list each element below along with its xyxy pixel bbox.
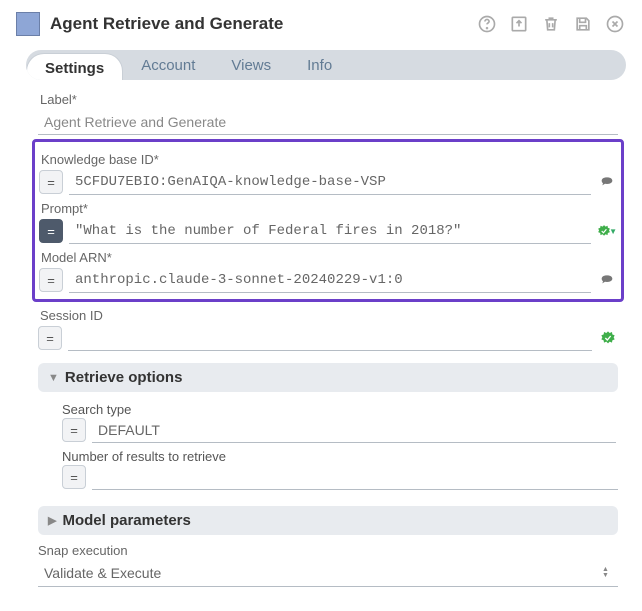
form-area: Label* Knowledge base ID* = Prompt* = ▼ … [8, 92, 634, 587]
header-title: Agent Retrieve and Generate [50, 14, 466, 34]
num-results-input[interactable] [92, 464, 618, 490]
highlighted-fields: Knowledge base ID* = Prompt* = ▼ Model A… [32, 139, 624, 302]
prompt-valid-icon[interactable]: ▼ [597, 223, 617, 239]
arn-label: Model ARN* [39, 250, 617, 265]
session-input[interactable] [68, 325, 592, 351]
search-type-expr-button[interactable]: = [62, 418, 86, 442]
retrieve-options-title: Retrieve options [65, 369, 183, 386]
arn-suggest-icon[interactable] [597, 272, 617, 288]
session-valid-icon[interactable] [598, 330, 618, 346]
model-params-header[interactable]: ▶ Model parameters [38, 506, 618, 535]
num-results-expr-button[interactable]: = [62, 465, 86, 489]
arn-input[interactable] [69, 267, 591, 293]
tab-settings[interactable]: Settings [26, 53, 123, 80]
kb-expr-button[interactable]: = [39, 170, 63, 194]
tabs: Settings Account Views Info [26, 50, 626, 80]
delete-icon[interactable] [540, 13, 562, 35]
chevron-down-icon: ▼ [48, 372, 59, 384]
help-icon[interactable] [476, 13, 498, 35]
arn-expr-button[interactable]: = [39, 268, 63, 292]
save-icon[interactable] [572, 13, 594, 35]
retrieve-options-body: Search type = ▲▼ Number of results to re… [38, 392, 618, 494]
export-icon[interactable] [508, 13, 530, 35]
header-actions [476, 13, 626, 35]
prompt-input[interactable] [69, 218, 591, 244]
snap-execution-select[interactable] [38, 560, 602, 586]
chevron-right-icon: ▶ [48, 514, 56, 527]
prompt-expr-button[interactable]: = [39, 219, 63, 243]
close-icon[interactable] [604, 13, 626, 35]
agent-icon [16, 12, 40, 36]
num-results-label: Number of results to retrieve [62, 449, 618, 464]
kb-input[interactable] [69, 169, 591, 195]
header: Agent Retrieve and Generate [8, 8, 634, 40]
search-type-select[interactable] [92, 417, 616, 443]
session-label: Session ID [38, 308, 618, 323]
prompt-label: Prompt* [39, 201, 617, 216]
kb-suggest-icon[interactable] [597, 174, 617, 190]
retrieve-options-header[interactable]: ▼ Retrieve options [38, 363, 618, 392]
model-params-title: Model parameters [62, 512, 190, 529]
kb-label: Knowledge base ID* [39, 152, 617, 167]
tab-info[interactable]: Info [289, 51, 350, 80]
search-type-label: Search type [62, 402, 618, 417]
session-expr-button[interactable]: = [38, 326, 62, 350]
label-label: Label* [38, 92, 618, 107]
snap-label: Snap execution [38, 543, 618, 558]
snap-spinner[interactable]: ▲▼ [602, 567, 614, 579]
tab-account[interactable]: Account [123, 51, 213, 80]
tab-views[interactable]: Views [213, 51, 289, 80]
label-input[interactable] [38, 109, 618, 135]
